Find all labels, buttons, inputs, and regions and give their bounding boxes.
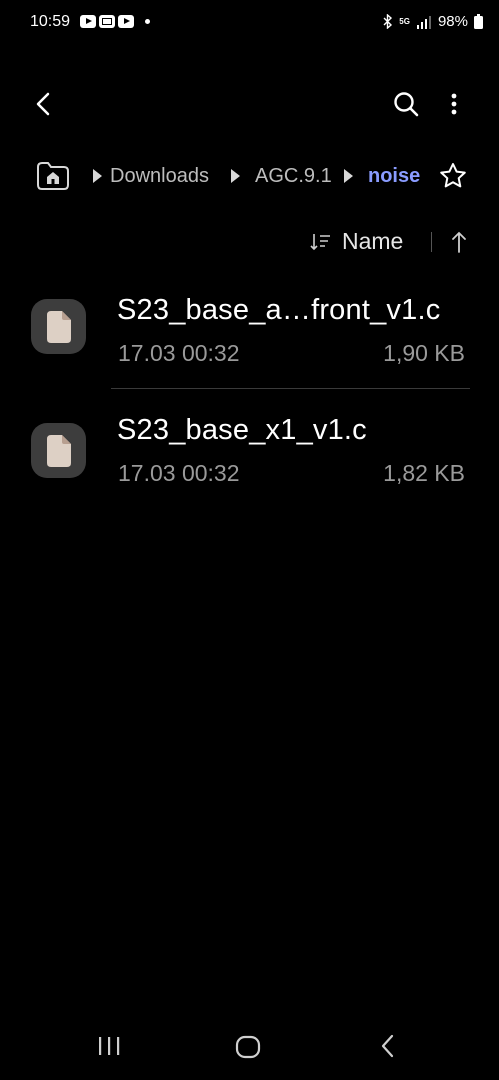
- file-icon: [31, 299, 86, 354]
- chevron-left-icon: [36, 92, 50, 116]
- file-name: S23_base_a…front_v1.c: [117, 294, 441, 326]
- breadcrumb-separator-icon: [231, 169, 240, 183]
- status-indicators: 5G 98%: [383, 13, 483, 30]
- more-vertical-icon: [451, 93, 457, 115]
- file-icon: [31, 423, 86, 478]
- more-options-button[interactable]: [438, 86, 470, 122]
- sort-by-button[interactable]: Name: [342, 228, 403, 255]
- youtube-icon: [80, 15, 96, 28]
- breadcrumb-item-downloads[interactable]: Downloads: [110, 165, 209, 188]
- nav-back-button[interactable]: [376, 1032, 400, 1060]
- breadcrumb-separator-icon: [344, 169, 353, 183]
- status-time: 10:59: [30, 13, 71, 30]
- file-list-item[interactable]: S23_base_x1_v1.c 17.03 00:32 1,82 KB: [0, 398, 499, 508]
- battery-percent: 98%: [437, 13, 468, 30]
- breadcrumb-item-agc[interactable]: AGC.9.1: [255, 165, 332, 188]
- file-date: 17.03 00:32: [118, 460, 240, 486]
- sort-direction-button[interactable]: [447, 228, 471, 256]
- file-size: 1,90 KB: [383, 340, 465, 366]
- breadcrumb-separator-icon: [93, 169, 102, 183]
- home-folder-button[interactable]: [34, 159, 72, 193]
- file-name: S23_base_x1_v1.c: [117, 414, 367, 446]
- gallery-icon: [99, 15, 115, 28]
- back-button[interactable]: [26, 86, 62, 122]
- sort-icon[interactable]: [310, 232, 332, 252]
- sort-divider: [431, 232, 432, 252]
- favorite-button[interactable]: [438, 161, 468, 191]
- breadcrumb-item-current[interactable]: noise: [368, 165, 420, 188]
- signal-icon: [416, 15, 431, 29]
- file-date: 17.03 00:32: [118, 340, 240, 366]
- bluetooth-icon: [383, 14, 393, 29]
- star-outline-icon: [440, 163, 466, 188]
- file-manager-screen: 10:59 5G 98% Downloads AGC.9.1 noise Nam…: [0, 0, 499, 1080]
- network-type: 5G: [399, 16, 410, 26]
- sort-bar: Name: [0, 222, 499, 262]
- more-notifications-dot-icon: [145, 19, 150, 24]
- search-button[interactable]: [388, 86, 424, 122]
- status-bar: 10:59 5G 98%: [0, 0, 499, 46]
- home-button[interactable]: [234, 1034, 262, 1060]
- toolbar: [0, 80, 499, 130]
- youtube-icon: [118, 15, 134, 28]
- home-icon: [37, 162, 69, 190]
- battery-icon: [474, 14, 483, 29]
- file-list-item[interactable]: S23_base_a…front_v1.c 17.03 00:32 1,90 K…: [0, 278, 499, 389]
- search-icon: [394, 92, 419, 117]
- row-divider: [111, 388, 470, 389]
- breadcrumb: Downloads AGC.9.1 noise: [0, 155, 499, 199]
- recents-button[interactable]: [96, 1034, 122, 1058]
- file-size: 1,82 KB: [383, 460, 465, 486]
- notification-icons: [80, 15, 150, 28]
- navigation-bar: [0, 1020, 499, 1080]
- arrow-up-icon: [452, 231, 466, 253]
